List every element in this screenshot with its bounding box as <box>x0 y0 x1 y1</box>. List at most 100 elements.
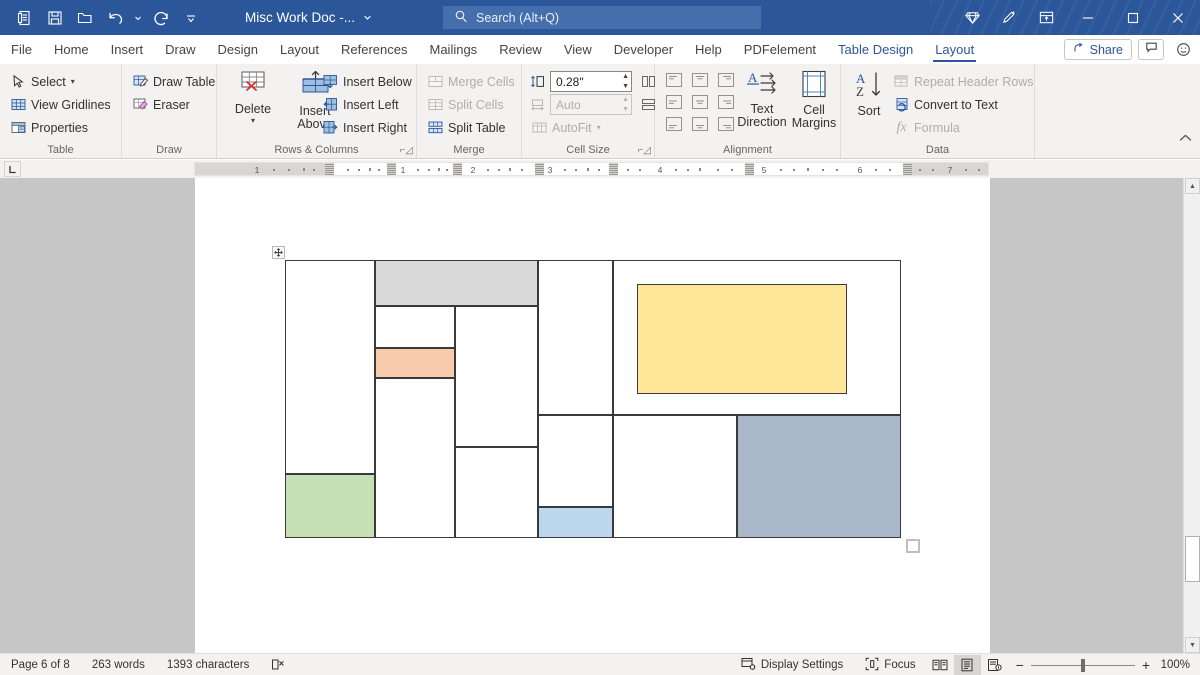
merge-cells-button[interactable]: Merge Cells <box>425 70 515 93</box>
search-box[interactable]: Search (Alt+Q) <box>443 6 761 29</box>
table-cell[interactable] <box>375 378 455 538</box>
table-move-handle-icon[interactable] <box>272 246 285 259</box>
insert-below-button[interactable]: Insert Below <box>320 70 412 93</box>
zoom-track[interactable] <box>1031 665 1135 666</box>
cell-size-dialog-launcher-icon[interactable]: ⌐◿ <box>637 145 651 156</box>
page-indicator[interactable]: Page 6 of 8 <box>0 654 81 675</box>
pen-sparkle-icon[interactable] <box>991 0 1028 35</box>
scrollbar-thumb[interactable] <box>1185 536 1200 582</box>
tab-view[interactable]: View <box>553 35 603 64</box>
tab-layout[interactable]: Layout <box>269 35 330 64</box>
document-page[interactable] <box>195 178 990 653</box>
comments-button[interactable] <box>1138 39 1164 60</box>
save-icon[interactable] <box>40 4 70 32</box>
eraser-button[interactable]: Eraser <box>130 93 215 116</box>
table-properties-button[interactable]: Properties <box>8 116 111 139</box>
table-cell[interactable] <box>375 260 538 306</box>
table-cell[interactable] <box>538 415 613 507</box>
display-settings-button[interactable]: Display Settings <box>730 654 854 675</box>
scroll-up-icon[interactable]: ▲ <box>1185 178 1200 194</box>
insert-left-button[interactable]: Insert Left <box>320 93 412 116</box>
column-width-spinner[interactable]: ▲▼ <box>622 96 629 113</box>
focus-button[interactable]: Focus <box>854 654 926 675</box>
collapse-ribbon-icon[interactable] <box>1179 132 1192 146</box>
tab-help[interactable]: Help <box>684 35 733 64</box>
repeat-header-rows-button[interactable]: Repeat Header Rows <box>891 70 1034 93</box>
autofit-button[interactable]: AutoFit ▾ <box>529 116 657 139</box>
proofing-errors-icon[interactable] <box>260 654 297 675</box>
sort-button[interactable]: A Z Sort <box>849 70 889 118</box>
text-direction-button[interactable]: A Text Direction <box>738 70 786 129</box>
zoom-in-button[interactable]: + <box>1142 657 1150 673</box>
align-middle-left-button[interactable] <box>661 91 687 113</box>
word-count[interactable]: 263 words <box>81 654 156 675</box>
align-middle-right-button[interactable] <box>713 91 739 113</box>
tab-table-layout[interactable]: Layout <box>924 35 985 64</box>
chevron-down-icon[interactable]: ▾ <box>71 77 75 86</box>
table-cell[interactable] <box>285 260 375 474</box>
tab-design[interactable]: Design <box>207 35 269 64</box>
undo-dropdown-icon[interactable] <box>130 4 146 32</box>
undo-icon[interactable] <box>100 4 130 32</box>
vertical-scrollbar[interactable]: ▲ ▼ <box>1183 178 1200 653</box>
maximize-button[interactable] <box>1110 0 1155 35</box>
tab-stop-selector[interactable] <box>4 161 21 177</box>
formula-button[interactable]: fx Formula <box>891 116 1034 139</box>
align-bottom-left-button[interactable] <box>661 113 687 135</box>
document-title-dropdown-icon[interactable] <box>363 10 372 25</box>
table-cell[interactable] <box>538 507 613 538</box>
close-button[interactable] <box>1155 0 1200 35</box>
align-bottom-right-button[interactable] <box>713 113 739 135</box>
column-width-input[interactable]: Auto ▲▼ <box>550 94 632 115</box>
diamond-icon[interactable] <box>954 0 991 35</box>
align-top-center-button[interactable] <box>687 69 713 91</box>
insert-right-button[interactable]: Insert Right <box>320 116 412 139</box>
split-table-button[interactable]: Split Table <box>425 116 515 139</box>
minimize-button[interactable] <box>1065 0 1110 35</box>
select-button[interactable]: Select ▾ <box>8 70 111 93</box>
table-cell[interactable] <box>737 415 901 538</box>
tab-insert[interactable]: Insert <box>100 35 155 64</box>
align-bottom-center-button[interactable] <box>687 113 713 135</box>
ribbon-display-options-icon[interactable] <box>1028 0 1065 35</box>
tab-pdfelement[interactable]: PDFelement <box>733 35 827 64</box>
chevron-down-icon[interactable]: ▾ <box>597 123 601 132</box>
table-cell[interactable] <box>375 306 455 348</box>
word-table[interactable] <box>285 260 901 538</box>
view-gridlines-button[interactable]: View Gridlines <box>8 93 111 116</box>
customize-quick-access-toolbar-icon[interactable] <box>176 4 206 32</box>
chevron-down-icon[interactable]: ▾ <box>251 116 255 125</box>
tab-home[interactable]: Home <box>43 35 100 64</box>
read-mode-icon[interactable] <box>927 655 954 675</box>
align-top-right-button[interactable] <box>713 69 739 91</box>
tab-mailings[interactable]: Mailings <box>419 35 489 64</box>
horizontal-ruler[interactable]: 1 1 2 3 4 5 <box>194 162 989 176</box>
convert-to-text-button[interactable]: Convert to Text <box>891 93 1034 116</box>
table-cell[interactable] <box>455 306 538 447</box>
table-cell[interactable] <box>637 284 847 394</box>
align-middle-center-button[interactable] <box>687 91 713 113</box>
zoom-level-label[interactable]: 100% <box>1158 659 1200 671</box>
table-cell[interactable] <box>455 447 538 538</box>
split-cells-button[interactable]: Split Cells <box>425 93 515 116</box>
row-height-spinner[interactable]: ▲▼ <box>622 73 629 90</box>
table-cell[interactable] <box>375 348 455 378</box>
tab-references[interactable]: References <box>330 35 418 64</box>
table-cell[interactable] <box>538 260 613 415</box>
autosave-icon[interactable] <box>10 4 40 32</box>
redo-icon[interactable] <box>146 4 176 32</box>
zoom-slider[interactable]: − + <box>1008 657 1158 673</box>
tab-draw[interactable]: Draw <box>154 35 206 64</box>
character-count[interactable]: 1393 characters <box>156 654 260 675</box>
scroll-down-icon[interactable]: ▼ <box>1185 637 1200 653</box>
tab-developer[interactable]: Developer <box>603 35 684 64</box>
feedback-smiley-icon[interactable] <box>1170 39 1196 60</box>
delete-button[interactable]: Delete ▾ <box>227 70 279 125</box>
zoom-thumb[interactable] <box>1081 659 1085 672</box>
row-height-input[interactable]: 0.28" ▲▼ <box>550 71 632 92</box>
tab-file[interactable]: File <box>0 35 43 64</box>
search-input[interactable]: Search (Alt+Q) <box>476 11 559 25</box>
table-cell[interactable] <box>285 474 375 538</box>
table-cell[interactable] <box>613 415 737 538</box>
draw-table-button[interactable]: Draw Table <box>130 70 215 93</box>
